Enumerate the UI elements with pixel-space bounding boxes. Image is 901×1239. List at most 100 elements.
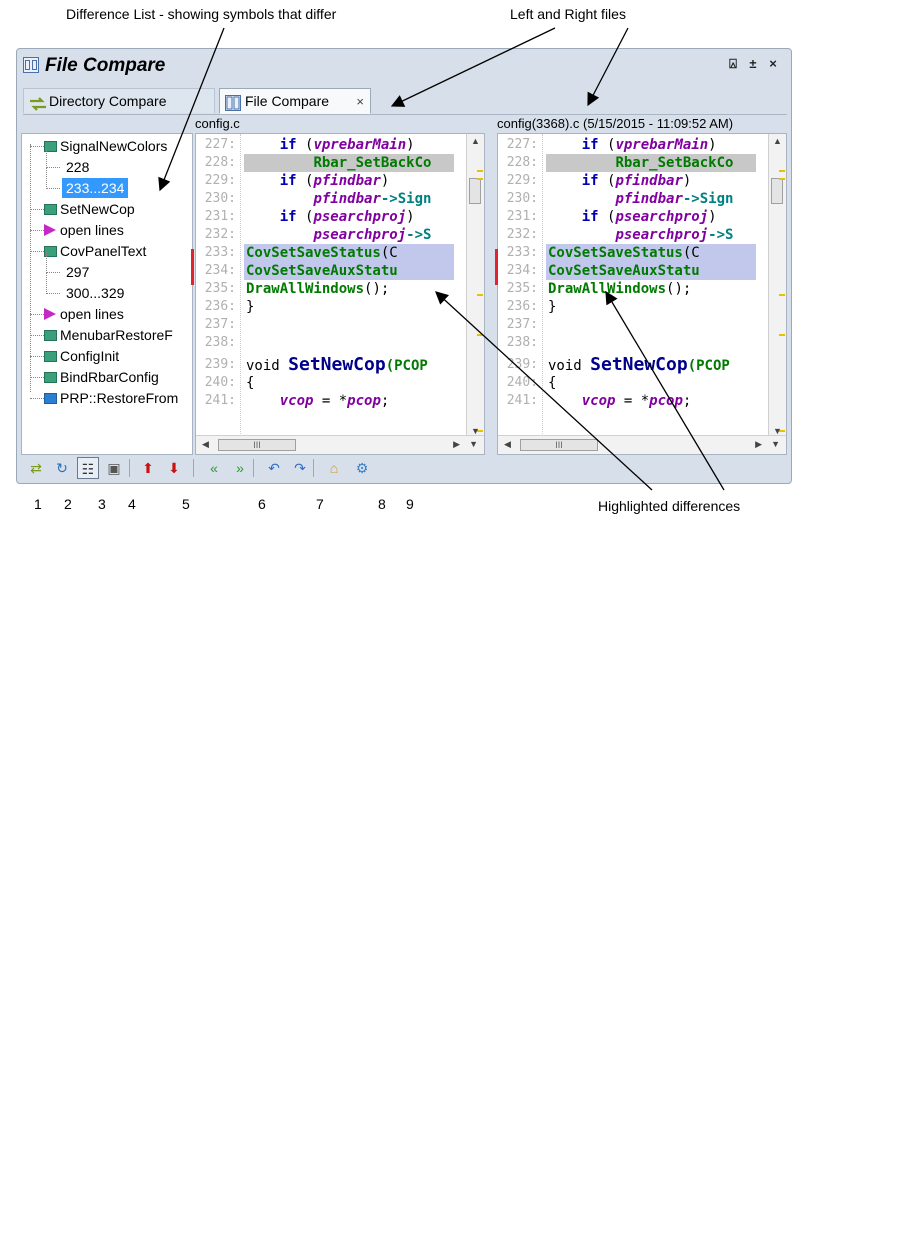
diff-list-item[interactable]: open lines [60,304,124,324]
difference-list[interactable]: SignalNewColors 228 233...234 SetNewCop open… [21,133,193,455]
open-file-button[interactable]: ⌂ [323,457,345,479]
sync-scroll-button[interactable]: ☷ [77,457,99,479]
code-token: ) [708,137,717,153]
autohide-icon[interactable]: ± [745,55,761,73]
scroll-up-icon[interactable]: ▲ [471,136,480,146]
left-editor[interactable]: 227: if (vprebarMain) 228: Rbar_SetBackCo… [195,133,485,455]
line-number: 239: [506,357,538,372]
tree-line [46,252,47,273]
code-text: void SetNewCop(PCOP [246,356,428,375]
scroll-thumb[interactable]: III [520,439,598,451]
code-text: pfindbar->Sign [548,190,733,208]
diff-list-item[interactable]: 233...234 [62,178,129,198]
line-number: 233: [204,245,236,260]
panel-title: File Compare [45,55,166,76]
diff-list-item[interactable]: 297 [66,262,89,282]
vertical-scrollbar[interactable]: ▲ ▼ [466,134,484,438]
code-text: CovSetSaveStatus(C [548,244,700,262]
scroll-left-icon[interactable]: ◀ [504,439,511,450]
scroll-left-icon[interactable]: ◀ [202,439,209,450]
line-number: 235: [506,281,538,296]
code-token: (PCOP [385,358,428,374]
diff-list-item[interactable]: PRP::RestoreFrom [60,388,178,408]
line-number: 230: [506,191,538,206]
code-text: void SetNewCop(PCOP [548,356,730,375]
horizontal-scrollbar[interactable]: ◀ III ▶ ▼ [196,435,484,454]
scroll-thumb[interactable]: III [218,439,296,451]
close-icon[interactable]: × [356,89,364,114]
code-token: (C [682,245,700,261]
line-number: 236: [506,299,538,314]
directory-compare-button[interactable]: ⇄ [25,457,47,479]
code-token: { [548,375,557,391]
chevrons-right-icon: » [236,460,244,476]
code-token: vcop [279,393,314,409]
pin-icon[interactable]: ⍓ [725,55,741,73]
refresh-button[interactable]: ↻ [51,457,73,479]
scroll-thumb[interactable] [771,178,783,204]
tree-line [46,168,47,189]
function-icon [44,372,57,383]
code-token: pfindbar [313,191,381,207]
undo-button[interactable]: ↶ [263,457,285,479]
diff-list-item[interactable]: CovPanelText [60,241,146,261]
diff-list-item[interactable]: open lines [60,220,124,240]
settings-button[interactable]: ⚙ [351,457,373,479]
code-text: CovSetSaveAuxStatu [548,262,700,280]
code-token: = * [313,393,348,409]
number-label: 1 [34,496,42,512]
redo-button[interactable]: ↷ [289,457,311,479]
line-number: 229: [506,173,538,188]
right-editor[interactable]: 227: if (vprebarMain) 228: Rbar_SetBackCo… [497,133,787,455]
next-difference-button[interactable]: ⬇ [163,457,185,479]
horizontal-scrollbar[interactable]: ◀ III ▶ ▼ [498,435,786,454]
code-text: Rbar_SetBackCo [548,154,733,172]
close-icon[interactable]: × [765,55,781,73]
title-bar: File Compare ⍓ ± × [17,49,791,83]
open-folder-icon: ⌂ [329,460,339,476]
scroll-thumb[interactable] [469,178,481,204]
read-only-button[interactable]: ▣ [103,457,125,479]
diff-list-item[interactable]: MenubarRestoreF [60,325,173,345]
code-token: { [246,375,255,391]
code-token: CovSetSaveStatus [246,245,381,261]
diff-list-item[interactable]: ConfigInit [60,346,119,366]
line-number: 227: [204,137,236,152]
code-token: ) [682,173,692,189]
line-number: 240: [506,375,538,390]
arrow-up-icon: ⬆ [142,460,154,476]
scroll-right-icon[interactable]: ▶ [755,439,762,450]
tree-line [46,188,60,189]
diff-list-item[interactable]: 300...329 [66,283,124,303]
scroll-down-icon[interactable]: ▼ [469,439,478,449]
scroll-right-icon[interactable]: ▶ [453,439,460,450]
scroll-up-icon[interactable]: ▲ [773,136,782,146]
diff-list-item[interactable]: 228 [66,157,89,177]
line-number: 241: [506,393,538,408]
diff-list-item[interactable]: SignalNewColors [60,136,167,156]
code-token: pfindbar [615,191,683,207]
copy-to-right-button[interactable]: » [229,457,251,479]
tab-file-compare[interactable]: File Compare × [219,88,371,114]
directory-compare-icon [29,94,47,119]
previous-difference-button[interactable]: ⬆ [137,457,159,479]
diff-list-item[interactable]: BindRbarConfig [60,367,159,387]
line-number: 240: [204,375,236,390]
tab-directory-compare[interactable]: Directory Compare [23,88,215,113]
code-token: if [279,209,306,225]
directory-compare-icon: ⇄ [30,460,42,476]
copy-to-left-button[interactable]: « [203,457,225,479]
undo-icon: ↶ [268,460,280,476]
scroll-down-icon[interactable]: ▼ [771,439,780,449]
diff-list-item[interactable]: SetNewCop [60,199,135,219]
code-token: if [581,137,608,153]
chevrons-left-icon: « [210,460,218,476]
number-label: 9 [406,496,414,512]
vertical-scrollbar[interactable]: ▲ ▼ [768,134,786,438]
arrow-down-icon: ⬇ [168,460,180,476]
